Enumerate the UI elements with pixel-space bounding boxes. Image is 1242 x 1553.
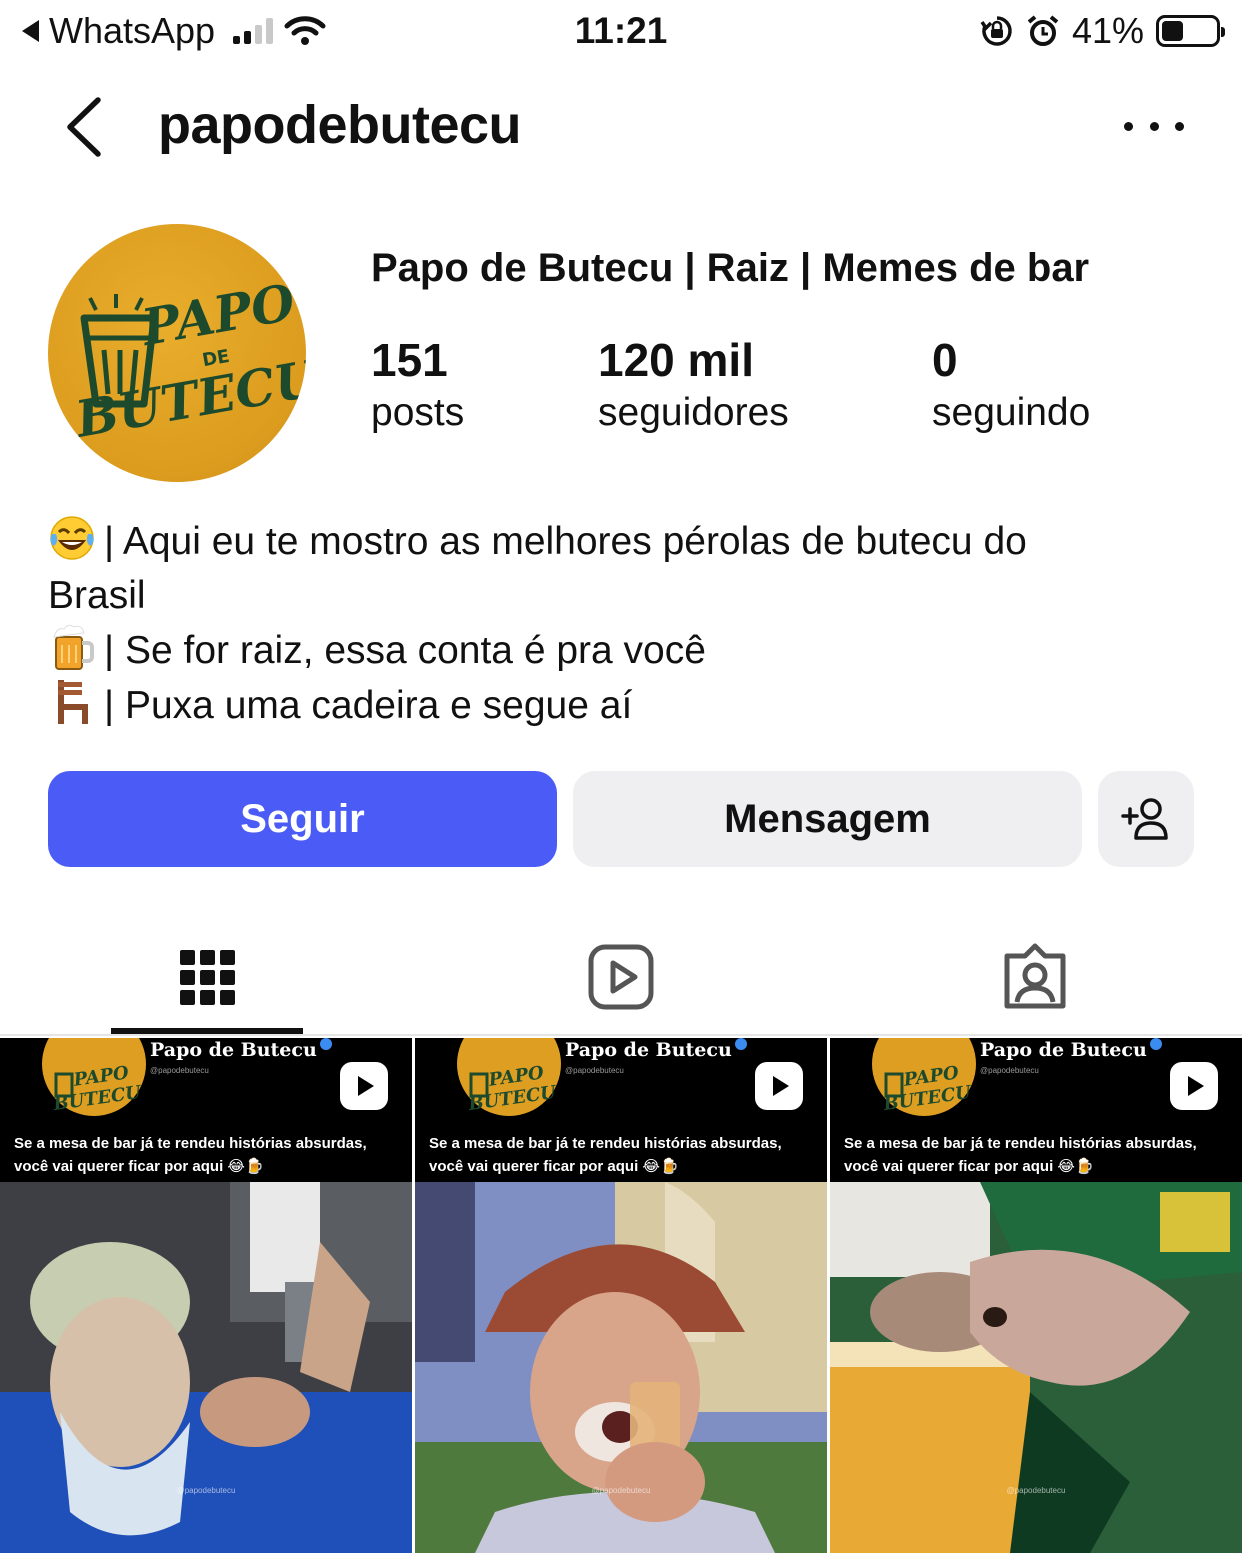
follow-button[interactable]: Seguir bbox=[48, 771, 557, 867]
battery-icon bbox=[1156, 15, 1225, 47]
verified-badge-icon bbox=[734, 1038, 747, 1050]
stat-label: posts bbox=[371, 391, 465, 434]
profile-username: papodebutecu bbox=[158, 95, 522, 155]
stat-value: 151 bbox=[371, 334, 448, 386]
bio-line: | Puxa uma cadeira e segue aí bbox=[48, 678, 1208, 733]
verified-badge-icon bbox=[319, 1038, 332, 1050]
post-image: @papodebutecu bbox=[415, 1182, 827, 1553]
bio-line: | Aqui eu te mostro as melhores pérolas … bbox=[48, 514, 1208, 569]
orientation-lock-icon bbox=[980, 16, 1012, 46]
add-person-icon bbox=[1121, 798, 1168, 840]
more-options-icon[interactable] bbox=[1124, 106, 1184, 146]
wifi-icon bbox=[284, 16, 326, 45]
back-chevron-icon[interactable] bbox=[58, 92, 108, 162]
grid-icon bbox=[179, 949, 235, 1005]
stat-value: 0 bbox=[932, 334, 958, 386]
bio-line: | Se for raiz, essa conta é pra você bbox=[48, 623, 1208, 678]
profile-stats: 151 posts 120 mil seguidores 0 seguindo bbox=[0, 332, 1242, 442]
verified-badge-icon bbox=[1149, 1038, 1162, 1050]
cellular-signal-icon bbox=[233, 18, 274, 44]
stat-followers[interactable]: 120 mil seguidores bbox=[598, 332, 789, 438]
reel-play-icon bbox=[1170, 1062, 1218, 1110]
post-thumbnail[interactable]: PAPO BUTECU Papo de Butecu @papodebutecu … bbox=[830, 1038, 1242, 1553]
stat-posts[interactable]: 151 posts bbox=[371, 332, 464, 438]
beer-mug-icon bbox=[53, 624, 94, 670]
profile-tabs bbox=[0, 920, 1242, 1036]
profile-bio: | Aqui eu te mostro as melhores pérolas … bbox=[48, 514, 1208, 733]
channel-logo: PAPO BUTECU bbox=[42, 1038, 146, 1116]
stat-label: seguindo bbox=[932, 391, 1091, 434]
post-thumbnail[interactable]: PAPO BUTECU Papo de Butecu @papodebutecu … bbox=[415, 1038, 827, 1553]
tagged-icon bbox=[1004, 943, 1066, 1009]
stat-following[interactable]: 0 seguindo bbox=[932, 332, 1090, 438]
back-app-label: WhatsApp bbox=[49, 10, 216, 51]
tab-tagged[interactable] bbox=[828, 920, 1242, 1034]
battery-percent: 41% bbox=[1071, 10, 1144, 51]
reel-play-icon bbox=[340, 1062, 388, 1110]
suggest-people-button[interactable] bbox=[1098, 771, 1194, 867]
alarm-icon bbox=[1027, 15, 1059, 46]
posts-grid: PAPO BUTECU Papo de Butecu @papodebutecu … bbox=[0, 1038, 1242, 1553]
tab-reels[interactable] bbox=[414, 920, 828, 1034]
tab-posts-grid[interactable] bbox=[0, 920, 414, 1034]
status-bar: WhatsApp 11:21 41% bbox=[0, 0, 1242, 64]
reel-play-icon bbox=[755, 1062, 803, 1110]
channel-logo: PAPO BUTECU bbox=[457, 1038, 561, 1116]
back-to-app[interactable]: WhatsApp bbox=[22, 10, 327, 52]
profile-display-name: Papo de Butecu | Raiz | Memes de bar bbox=[371, 246, 1090, 290]
stat-value: 120 mil bbox=[598, 334, 754, 386]
bio-line: Brasil bbox=[48, 574, 146, 617]
reels-icon bbox=[588, 944, 654, 1010]
post-image: @papodebutecu bbox=[0, 1182, 412, 1553]
active-tab-indicator bbox=[111, 1028, 303, 1034]
post-image: @papodebutecu bbox=[830, 1182, 1242, 1553]
chair-icon bbox=[58, 680, 88, 724]
post-thumbnail[interactable]: PAPO BUTECU Papo de Butecu @papodebutecu … bbox=[0, 1038, 412, 1553]
back-triangle-icon bbox=[22, 20, 39, 42]
laughing-tears-icon bbox=[50, 516, 94, 560]
stat-label: seguidores bbox=[598, 391, 789, 434]
profile-header: papodebutecu bbox=[0, 70, 1242, 185]
message-button[interactable]: Mensagem bbox=[573, 771, 1082, 867]
channel-logo: PAPO BUTECU bbox=[872, 1038, 976, 1116]
